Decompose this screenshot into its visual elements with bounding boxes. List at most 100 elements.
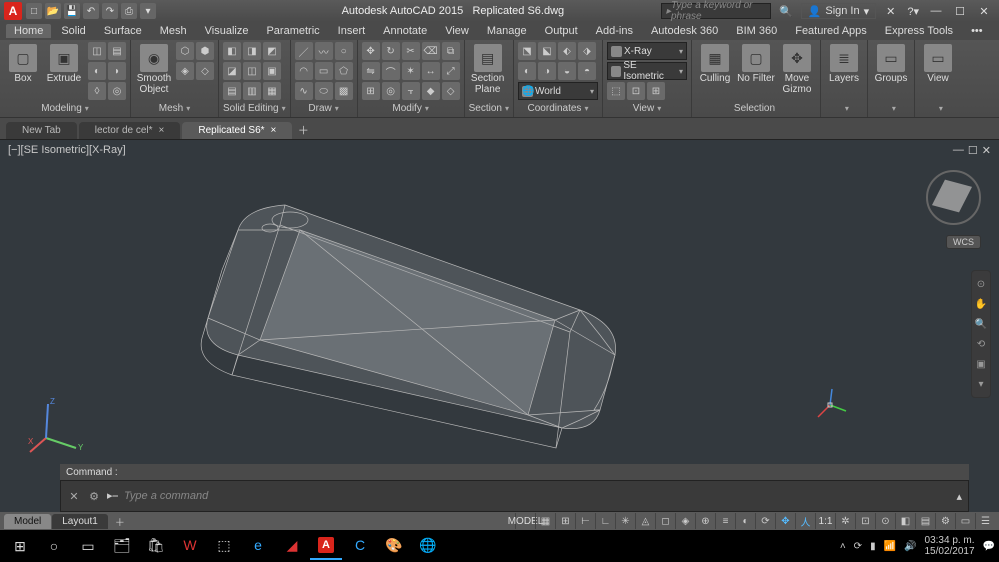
panel-label-modeling[interactable]: Modeling [4, 100, 126, 116]
stretch-icon[interactable]: ↔ [422, 62, 440, 80]
erase-icon[interactable]: ⌫ [422, 42, 440, 60]
qat-open-icon[interactable]: 📂 [45, 3, 61, 19]
search-icon[interactable]: 🔍 [779, 5, 793, 18]
paint-app-icon[interactable]: 🎨 [378, 532, 410, 560]
command-input[interactable]: Type a command [124, 490, 208, 502]
tray-notifications-icon[interactable]: 💬 [983, 541, 995, 552]
panel-label-modify[interactable]: Modify [362, 100, 460, 116]
se-9-icon[interactable]: ▦ [263, 82, 281, 100]
mirror-icon[interactable]: ⇋ [362, 62, 380, 80]
tray-clock[interactable]: 03:34 p. m.15/02/2017 [924, 535, 974, 557]
status-ortho-icon[interactable]: ∟ [595, 513, 615, 529]
status-qprops-icon[interactable]: ▤ [915, 513, 935, 529]
spacetab-model[interactable]: Model [4, 514, 51, 529]
viewport-label[interactable]: [−][SE Isometric][X-Ray] [8, 144, 126, 156]
rect-icon[interactable]: ▭ [315, 62, 333, 80]
status-anno-icon[interactable]: 人 [795, 513, 815, 529]
smooth-object-button[interactable]: ◉Smooth Object [135, 42, 173, 95]
scale-icon[interactable]: ⤢ [442, 62, 460, 80]
panel-label-layers[interactable] [825, 100, 863, 116]
tab-manage[interactable]: Manage [479, 24, 535, 38]
m15-icon[interactable]: ◇ [442, 82, 460, 100]
vp-close-icon[interactable]: ✕ [982, 144, 991, 157]
edge-app-icon[interactable]: e [242, 532, 274, 560]
trim-icon[interactable]: ✂ [402, 42, 420, 60]
se-6-icon[interactable]: ▣ [263, 62, 281, 80]
offset-icon[interactable]: ◎ [382, 82, 400, 100]
panel-label-section[interactable]: Section [469, 100, 509, 116]
qat-save-icon[interactable]: 💾 [64, 3, 80, 19]
tab-visualize[interactable]: Visualize [197, 24, 257, 38]
wcs-badge[interactable]: WCS [946, 235, 981, 249]
tray-wifi-icon[interactable]: 📶 [884, 541, 896, 552]
status-units-icon[interactable]: ◧ [895, 513, 915, 529]
tab-overflow[interactable]: ••• [963, 24, 991, 38]
panel-label-mesh[interactable]: Mesh [135, 100, 214, 116]
nav-dropdown-icon[interactable]: ▾ [974, 377, 988, 391]
tab-view[interactable]: View [437, 24, 477, 38]
minimize-button[interactable]: — [925, 3, 947, 19]
wps-app-icon[interactable]: W [174, 532, 206, 560]
status-grid-icon[interactable]: ▦ [535, 513, 555, 529]
close-tab-icon[interactable]: × [159, 125, 165, 136]
loft-icon[interactable]: ◊ [88, 82, 106, 100]
tab-express[interactable]: Express Tools [877, 24, 961, 38]
tab-bim360[interactable]: BIM 360 [728, 24, 785, 38]
se-2-icon[interactable]: ◨ [243, 42, 261, 60]
status-osnap-icon[interactable]: ◻ [655, 513, 675, 529]
tab-annotate[interactable]: Annotate [375, 24, 435, 38]
array-icon[interactable]: ⊞ [362, 82, 380, 100]
section-plane-button[interactable]: ▤Section Plane [469, 42, 507, 95]
status-workspace-icon[interactable]: ⊡ [855, 513, 875, 529]
autocad-app-icon[interactable]: A [310, 532, 342, 560]
taskview-button[interactable]: ▭ [72, 532, 104, 560]
tray-overflow-icon[interactable]: ˄ [840, 541, 846, 552]
ucs-3-icon[interactable]: ⬖ [558, 42, 576, 60]
arc-icon[interactable]: ◠ [295, 62, 313, 80]
close-tab-icon[interactable]: × [271, 125, 277, 136]
status-transp-icon[interactable]: ◐ [735, 513, 755, 529]
pan-icon[interactable]: ✋ [974, 297, 988, 311]
move-icon[interactable]: ✥ [362, 42, 380, 60]
fullnav-icon[interactable]: ⊙ [974, 277, 988, 291]
ucs-icon[interactable]: Y X Z [28, 396, 88, 456]
align-icon[interactable]: ⫟ [402, 82, 420, 100]
command-line[interactable]: ✕ ⚙ ▸⎯ Type a command ▴ [60, 480, 969, 512]
spacetab-layout1[interactable]: Layout1 [52, 514, 108, 529]
app-icon[interactable]: A [4, 2, 22, 20]
zoom-icon[interactable]: 🔍 [974, 317, 988, 331]
tab-output[interactable]: Output [537, 24, 586, 38]
status-3dosnap-icon[interactable]: ◈ [675, 513, 695, 529]
status-cycling-icon[interactable]: ⟳ [755, 513, 775, 529]
se-5-icon[interactable]: ◫ [243, 62, 261, 80]
tray-volume-icon[interactable]: 🔊 [904, 541, 916, 552]
explode-icon[interactable]: ✶ [402, 62, 420, 80]
ucs-4-icon[interactable]: ⬗ [578, 42, 596, 60]
status-model[interactable]: MODEL [515, 513, 535, 529]
mesh-refine-icon[interactable]: ◈ [176, 62, 194, 80]
status-lwt-icon[interactable]: ≡ [715, 513, 735, 529]
chrome-app-icon[interactable]: 🌐 [412, 532, 444, 560]
sweep-icon[interactable]: ◗ [108, 62, 126, 80]
doctab-lector[interactable]: lector de cel*× [79, 122, 181, 139]
tab-home[interactable]: Home [6, 24, 51, 38]
v1-icon[interactable]: ⬚ [607, 82, 625, 100]
status-gear-icon[interactable]: ✲ [835, 513, 855, 529]
explorer-app-icon[interactable]: 🗂 [106, 532, 138, 560]
v2-icon[interactable]: ⊡ [627, 82, 645, 100]
dropbox-app-icon[interactable]: ⬚ [208, 532, 240, 560]
se-4-icon[interactable]: ◪ [223, 62, 241, 80]
ucs-world-dropdown[interactable]: 🌐World▾ [518, 82, 598, 100]
panel-label-view[interactable]: View [607, 100, 687, 116]
line-icon[interactable]: ／ [295, 42, 313, 60]
add-tab-button[interactable]: ＋ [294, 121, 312, 139]
tab-a360[interactable]: Autodesk 360 [643, 24, 726, 38]
tab-insert[interactable]: Insert [330, 24, 374, 38]
cmd-close-icon[interactable]: ✕ [67, 489, 81, 503]
box-button[interactable]: ▢Box [4, 42, 42, 84]
panel-label-draw[interactable]: Draw [295, 100, 353, 116]
revolve-icon[interactable]: ◐ [88, 62, 106, 80]
poly-icon[interactable]: ⬠ [335, 62, 353, 80]
view-direction-dropdown[interactable]: SE Isometric▾ [607, 62, 687, 80]
acrobat-app-icon[interactable]: ◢ [276, 532, 308, 560]
